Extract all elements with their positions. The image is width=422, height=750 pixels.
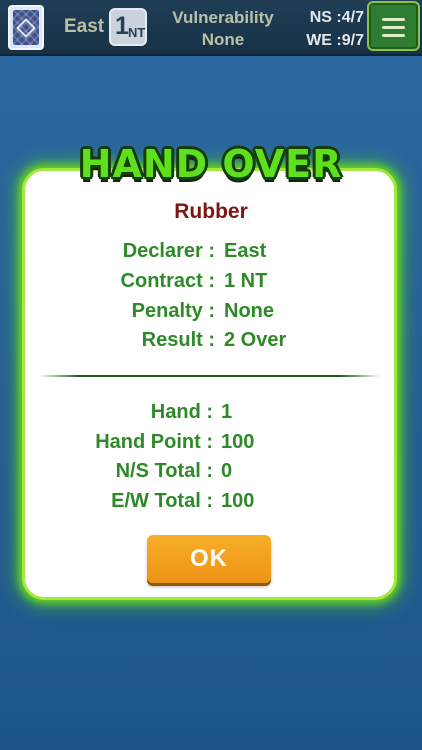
top-bar: East 1 NT Vulnerability None NS :4/7 WE … <box>0 0 422 56</box>
total-value: 1 <box>221 401 233 423</box>
vulnerability-info: Vulnerability None <box>160 7 286 51</box>
detail-value: 2 Over <box>224 329 287 351</box>
contract-suit: NT <box>128 25 146 40</box>
total-row-hand: Hand : 1 <box>0 401 422 429</box>
total-row-ew-total: E/W Total : 100 <box>0 490 422 518</box>
total-value: 0 <box>221 460 233 482</box>
detail-label: Declarer : <box>122 240 215 262</box>
contract-badge: 1 NT <box>109 8 147 46</box>
bottom-strip <box>0 690 422 750</box>
card-back-icon <box>8 5 44 50</box>
total-label: Hand Point : <box>95 431 213 453</box>
detail-label: Result : <box>141 329 215 351</box>
declarer-label: East <box>64 16 105 37</box>
total-value: 100 <box>221 490 255 512</box>
vulnerability-label: Vulnerability <box>172 8 274 27</box>
total-value: 100 <box>221 431 255 453</box>
detail-value: 1 NT <box>224 270 268 292</box>
detail-row-declarer: Declarer : East <box>0 240 422 268</box>
contract-level: 1 <box>115 12 129 40</box>
detail-row-penalty: Penalty : None <box>0 300 422 328</box>
menu-button[interactable] <box>367 1 420 51</box>
section-divider <box>38 375 381 377</box>
detail-label: Penalty : <box>131 300 215 322</box>
hand-type-label: Rubber <box>174 200 248 223</box>
ok-button[interactable]: OK <box>147 535 271 583</box>
detail-value: East <box>224 240 267 262</box>
detail-value: None <box>224 300 274 322</box>
score-summary: NS :4/7 WE :9/7 <box>292 6 364 52</box>
total-row-hand-point: Hand Point : 100 <box>0 431 422 459</box>
we-score: WE :9/7 <box>306 32 364 49</box>
detail-label: Contract : <box>120 270 215 292</box>
detail-row-contract: Contract : 1 NT <box>0 270 422 298</box>
total-label: Hand : <box>150 401 213 423</box>
total-label: E/W Total : <box>111 490 213 512</box>
dialog-title: HAND OVER <box>79 142 343 186</box>
vulnerability-value: None <box>201 30 245 49</box>
ns-score: NS :4/7 <box>309 9 364 26</box>
detail-row-result: Result : 2 Over <box>0 329 422 357</box>
total-label: N/S Total : <box>115 460 213 482</box>
hamburger-menu-icon <box>382 18 405 21</box>
total-row-ns-total: N/S Total : 0 <box>0 460 422 488</box>
